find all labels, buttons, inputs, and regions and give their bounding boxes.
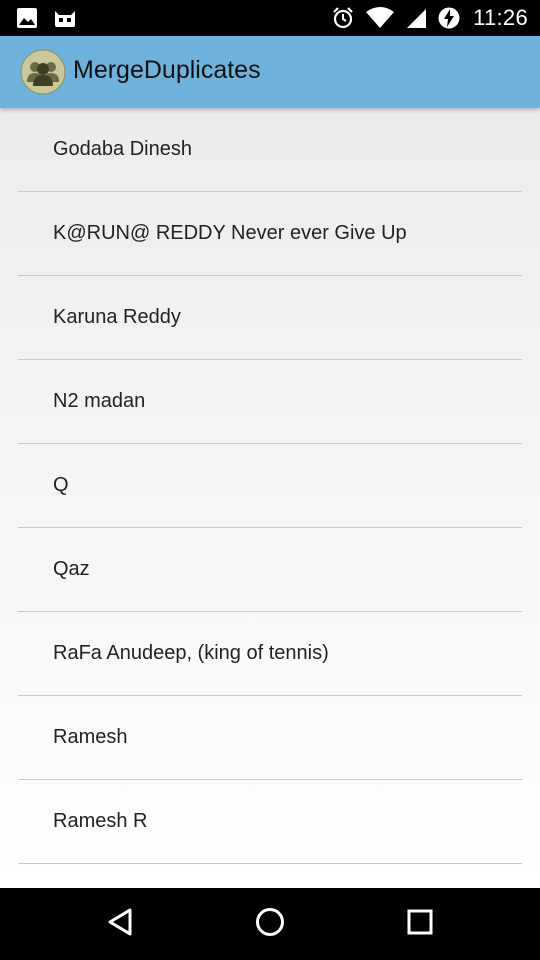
app-title: MergeDuplicates	[73, 56, 261, 84]
list-item[interactable]: N2 madan	[18, 360, 522, 444]
cyanogen-icon	[52, 7, 78, 29]
back-icon	[106, 907, 134, 942]
contact-name: RaFa Anudeep, (king of tennis)	[53, 642, 329, 664]
contact-name: Qaz	[53, 558, 90, 580]
nav-bar	[0, 888, 540, 960]
list-item[interactable]: Q	[18, 444, 522, 528]
contact-name: Ramesh	[53, 726, 128, 748]
alarm-icon	[331, 6, 355, 30]
list-item[interactable]: Qaz	[18, 528, 522, 612]
list-item[interactable]: Godaba Dinesh	[18, 108, 522, 192]
home-icon	[254, 906, 286, 943]
list-item[interactable]: RaFa Anudeep, (king of tennis)	[18, 612, 522, 696]
screen: 11:26 MergeDuplicates Godaba Dinesh K@RU…	[0, 0, 540, 960]
contact-name: K@RUN@ REDDY Never ever Give Up	[53, 222, 407, 244]
contact-name: N2 madan	[53, 390, 146, 412]
list-item[interactable]: K@RUN@ REDDY Never ever Give Up	[18, 192, 522, 276]
battery-charging-icon	[437, 6, 461, 30]
wifi-icon	[365, 7, 395, 29]
recents-icon	[406, 908, 434, 941]
list-item[interactable]: Ramesh R	[18, 780, 522, 864]
contact-name: Ramesh R	[53, 810, 148, 832]
recents-button[interactable]	[400, 904, 440, 944]
image-icon	[16, 7, 38, 29]
list-item[interactable]: Ramesh	[18, 696, 522, 780]
status-time: 11:26	[473, 5, 528, 30]
back-button[interactable]	[100, 904, 140, 944]
app-bar: MergeDuplicates	[0, 36, 540, 108]
app-logo-icon	[20, 49, 66, 95]
contact-list[interactable]: Godaba Dinesh K@RUN@ REDDY Never ever Gi…	[0, 108, 540, 888]
contact-name: Karuna Reddy	[53, 306, 181, 328]
contact-name: Godaba Dinesh	[53, 138, 192, 160]
status-bar: 11:26	[0, 0, 540, 36]
contact-name: Q	[53, 474, 69, 496]
list-item[interactable]: Karuna Reddy	[18, 276, 522, 360]
signal-icon	[405, 7, 427, 29]
home-button[interactable]	[250, 904, 290, 944]
